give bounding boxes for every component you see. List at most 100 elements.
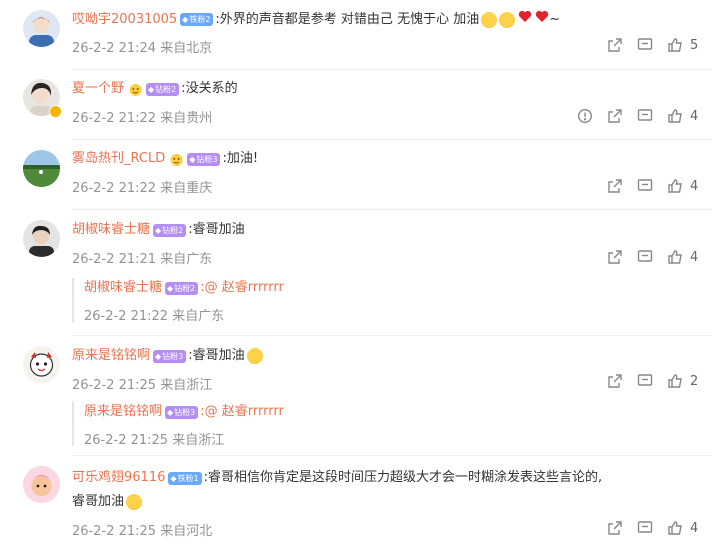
diamond-icon: ◆ [148, 84, 155, 94]
comment-icon[interactable] [637, 373, 653, 389]
fan-badge[interactable]: ◆ 钻粉2 [146, 82, 180, 96]
thumbs-up-icon[interactable]: 4 [667, 178, 698, 194]
like-count: 4 [690, 178, 699, 194]
fan-badge[interactable]: ◆ 铁粉2 [180, 13, 214, 26]
share-icon[interactable] [607, 520, 623, 536]
comment-meta: 26-2-2 21:24 来自北京 [72, 37, 212, 56]
reply-mention[interactable]: :@ 赵睿rrrrrrr [200, 279, 284, 297]
like-count: 2 [690, 373, 699, 389]
reply-indent-bar [72, 278, 74, 323]
username[interactable]: 原来是铭铭啊 [72, 347, 150, 365]
heart-icon [535, 10, 549, 29]
fan-badge[interactable]: ◆ 钻粉2 [153, 223, 187, 237]
reply-username[interactable]: 原来是铭铭啊 [84, 403, 162, 421]
crying-face-emoji-icon [481, 11, 498, 28]
comment-text: :睿哥加油 [188, 222, 245, 237]
comment-icon[interactable] [637, 249, 653, 265]
reply-meta: 26-2-2 21:25 来自浙江 [84, 429, 224, 448]
avatar[interactable] [23, 346, 60, 383]
fan-badge[interactable]: ◆ 钻粉2 [165, 281, 199, 295]
like-count: 5 [690, 37, 699, 53]
reply-meta: 26-2-2 21:22 来自广东 [84, 305, 224, 324]
divider [72, 335, 712, 336]
fan-badge[interactable]: ◆ 钻粉3 [165, 405, 199, 419]
thumbs-up-icon[interactable]: 4 [667, 108, 698, 124]
timestamp: 26-2-2 21:22 [72, 181, 157, 196]
username[interactable]: 哎呦宇20031005 [72, 11, 177, 29]
avatar[interactable] [23, 150, 60, 187]
location: 来自广东 [172, 309, 225, 324]
like-count: 4 [690, 520, 699, 536]
comment-meta: 26-2-2 21:22 来自重庆 [72, 177, 212, 196]
heart-icon [518, 10, 532, 29]
crying-face-emoji-icon [499, 11, 516, 28]
comment-actions: 2 [593, 372, 698, 390]
fan-badge[interactable]: ◆ 钻粉3 [187, 152, 221, 166]
diamond-icon: ◆ [155, 351, 162, 361]
comment-meta: 26-2-2 21:22 来自贵州 [72, 107, 212, 126]
thumbs-up-icon[interactable]: 2 [667, 373, 698, 389]
verified-badge-icon [49, 105, 62, 118]
timestamp: 26-2-2 21:25 [72, 378, 157, 393]
reply-indent-bar [72, 401, 74, 446]
thumbs-up-icon[interactable]: 4 [667, 520, 698, 536]
comment-meta: 26-2-2 21:25 来自河北 [72, 520, 212, 539]
avatar[interactable] [23, 466, 60, 503]
username[interactable]: 雾岛热刊_RCLD [72, 150, 165, 168]
diamond-icon: ◆ [189, 154, 196, 164]
comment-text: :没关系的 [181, 81, 238, 96]
report-icon[interactable] [577, 108, 593, 124]
share-icon[interactable] [607, 108, 623, 124]
comment-icon[interactable] [637, 108, 653, 124]
fan-badge[interactable]: ◆ 铁粉1 [168, 471, 202, 485]
share-icon[interactable] [607, 373, 623, 389]
divider [72, 455, 712, 456]
crown-icon [170, 153, 183, 166]
share-icon[interactable] [607, 178, 623, 194]
timestamp: 26-2-2 21:21 [72, 252, 157, 267]
timestamp: 26-2-2 21:22 [84, 309, 169, 324]
comment-icon[interactable] [637, 178, 653, 194]
comment-icon[interactable] [637, 520, 653, 536]
location: 来自广东 [160, 252, 213, 267]
comment-icon[interactable] [637, 37, 653, 53]
location: 来自河北 [160, 524, 213, 539]
reply-username[interactable]: 胡椒味睿士糖 [84, 279, 162, 297]
comment-actions: 4 [593, 519, 698, 537]
reply-mention[interactable]: :@ 赵睿rrrrrrr [200, 403, 284, 421]
comment-actions: 5 [593, 36, 698, 54]
avatar[interactable] [23, 220, 60, 257]
comment-text-continued: 睿哥加油 [72, 494, 125, 509]
thumbs-up-icon[interactable]: 5 [667, 37, 698, 53]
thumbs-up-icon[interactable]: 4 [667, 249, 698, 265]
divider [72, 69, 712, 70]
comment-text: :外界的声音都是参考 对错由己 无愧于心 加油 [215, 11, 480, 27]
diamond-icon: ◆ [155, 225, 162, 235]
share-icon[interactable] [607, 37, 623, 53]
divider [72, 139, 712, 140]
crying-face-emoji-icon [126, 494, 143, 510]
diamond-icon: ◆ [170, 473, 177, 483]
comment-text: :加油! [222, 151, 259, 166]
location: 来自贵州 [160, 111, 213, 126]
comment-actions: 4 [563, 107, 698, 125]
username[interactable]: 胡椒味睿士糖 [72, 221, 150, 239]
timestamp: 26-2-2 21:25 [84, 433, 169, 448]
comment-meta: 26-2-2 21:21 来自广东 [72, 248, 212, 267]
crying-face-emoji-icon [246, 348, 263, 364]
username[interactable]: 夏一个野 [72, 80, 124, 98]
timestamp: 26-2-2 21:25 [72, 524, 157, 539]
like-count: 4 [690, 108, 699, 124]
share-icon[interactable] [607, 249, 623, 265]
like-count: 4 [690, 249, 699, 265]
timestamp: 26-2-2 21:22 [72, 111, 157, 126]
location: 来自重庆 [160, 181, 213, 196]
comment-meta: 26-2-2 21:25 来自浙江 [72, 374, 212, 393]
avatar[interactable] [23, 10, 60, 47]
username[interactable]: 可乐鸡翅96116 [72, 469, 165, 487]
comment-text: :睿哥相信你肯定是这段时间压力超级大才会一时糊涂发表这些言论的, [203, 470, 603, 485]
location: 来自北京 [160, 41, 213, 56]
diamond-icon: ◆ [167, 407, 174, 417]
fan-badge[interactable]: ◆ 钻粉3 [153, 349, 187, 363]
location: 来自浙江 [172, 433, 225, 448]
